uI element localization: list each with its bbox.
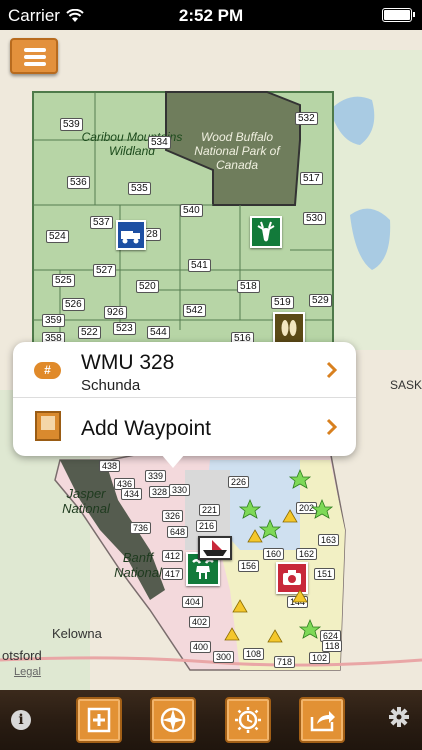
wmu-label[interactable]: 532 xyxy=(295,112,318,125)
place-label-kelowna: Kelowna xyxy=(52,626,102,641)
wmu-label[interactable]: 542 xyxy=(183,304,206,317)
share-icon xyxy=(310,711,335,732)
place-label-otsford: otsford xyxy=(2,648,42,663)
wmu-label[interactable]: 517 xyxy=(300,172,323,185)
wmu-label[interactable]: 202 xyxy=(296,502,318,514)
wmu-label[interactable]: 330 xyxy=(169,484,191,496)
wmu-label[interactable]: 525 xyxy=(52,274,75,287)
wmu-title: WMU 328 xyxy=(81,351,175,374)
wmu-label[interactable]: 162 xyxy=(296,548,318,560)
wmu-label[interactable]: 536 xyxy=(67,176,90,189)
wmu-label[interactable]: 518 xyxy=(237,280,260,293)
place-label-sask: SASK xyxy=(390,378,422,392)
wmu-detail-row[interactable]: # WMU 328 Schunda xyxy=(13,342,356,398)
wmu-label[interactable]: 226 xyxy=(228,476,250,488)
wmu-label[interactable]: 359 xyxy=(42,314,65,327)
wmu-label[interactable]: 434 xyxy=(121,488,143,500)
wmu-label[interactable]: 216 xyxy=(196,520,218,532)
wmu-label[interactable]: 438 xyxy=(99,460,121,472)
camera-marker-icon[interactable] xyxy=(276,562,308,594)
gear-icon[interactable] xyxy=(388,706,410,728)
chevron-right-icon xyxy=(326,361,338,379)
wmu-label[interactable]: 326 xyxy=(162,510,184,522)
truck-marker-icon[interactable] xyxy=(116,220,146,250)
add-waypoint-label: Add Waypoint xyxy=(81,417,211,440)
wmu-label[interactable]: 144 xyxy=(287,596,309,608)
park-label-caribou: Caribou Mountains Wildland xyxy=(81,130,183,158)
wmu-label[interactable]: 156 xyxy=(238,560,260,572)
wmu-label[interactable]: 526 xyxy=(62,298,85,311)
wmu-label[interactable]: 108 xyxy=(243,648,265,660)
wmu-label[interactable]: 118 xyxy=(322,640,343,652)
add-waypoint-row[interactable]: Add Waypoint xyxy=(13,399,356,455)
wmu-label[interactable]: 400 xyxy=(190,641,212,653)
wmu-label[interactable]: 718 xyxy=(274,656,296,668)
wmu-label[interactable]: 221 xyxy=(199,504,221,516)
wmu-label[interactable]: 539 xyxy=(60,118,83,131)
wmu-label[interactable]: 328 xyxy=(149,486,171,498)
tracks-marker-icon[interactable] xyxy=(273,312,305,344)
battery-icon xyxy=(382,8,415,22)
compass-button[interactable] xyxy=(150,697,196,743)
wmu-label[interactable]: 402 xyxy=(189,616,211,628)
wmu-label[interactable]: 541 xyxy=(188,259,211,272)
wmu-label[interactable]: 537 xyxy=(90,216,113,229)
wmu-label[interactable]: 523 xyxy=(113,322,136,335)
wmu-subtitle: Schunda xyxy=(81,377,141,394)
wmu-label[interactable]: 151 xyxy=(314,568,336,580)
wmu-label[interactable]: 524 xyxy=(46,230,69,243)
sun-clock-icon xyxy=(235,707,261,733)
map-legal-link[interactable]: Legal xyxy=(14,666,41,678)
wmu-label[interactable]: 519 xyxy=(271,296,294,309)
status-bar: Carrier 2:52 PM xyxy=(0,0,422,30)
deer-marker-icon[interactable] xyxy=(250,216,282,248)
wmu-label[interactable]: 522 xyxy=(78,326,101,339)
info-icon[interactable]: i xyxy=(11,710,31,730)
wmu-label[interactable]: 529 xyxy=(309,294,332,307)
wmu-label[interactable]: 404 xyxy=(182,596,204,608)
clock: 2:52 PM xyxy=(178,6,244,25)
compass-icon xyxy=(160,707,186,733)
park-label-banff: Banff National xyxy=(114,550,162,580)
wmu-label[interactable]: 102 xyxy=(309,652,331,664)
wmu-label[interactable]: 163 xyxy=(318,534,340,546)
share-button[interactable] xyxy=(299,697,345,743)
sun-times-button[interactable] xyxy=(225,697,271,743)
waypoint-icon xyxy=(35,411,61,441)
chevron-right-icon xyxy=(326,418,338,436)
park-label-wood-buffalo: Wood Buffalo National Park of Canada xyxy=(194,130,280,172)
wmu-label[interactable]: 300 xyxy=(213,651,235,663)
park-label-jasper: Jasper National xyxy=(62,486,110,516)
wmu-label[interactable]: 535 xyxy=(128,182,151,195)
wmu-label[interactable]: 534 xyxy=(148,136,171,149)
wmu-label[interactable]: 412 xyxy=(162,550,184,562)
wmu-label[interactable]: 520 xyxy=(136,280,159,293)
add-waypoint-button[interactable] xyxy=(76,697,122,743)
bottom-toolbar: i xyxy=(0,690,422,750)
hash-icon: # xyxy=(34,362,61,379)
wmu-label[interactable]: 736 xyxy=(130,522,152,534)
wmu-label[interactable]: 417 xyxy=(162,568,184,580)
add-waypoint-icon xyxy=(87,707,111,733)
wmu-label[interactable]: 648 xyxy=(167,526,189,538)
menu-button[interactable] xyxy=(10,38,58,74)
wmu-label[interactable]: 339 xyxy=(145,470,167,482)
wmu-label[interactable]: 540 xyxy=(180,204,203,217)
wmu-label[interactable]: 527 xyxy=(93,264,116,277)
wmu-label[interactable]: 544 xyxy=(147,326,170,339)
wmu-label[interactable]: 530 xyxy=(303,212,326,225)
boat-marker-icon[interactable] xyxy=(198,536,232,560)
wmu-label[interactable]: 160 xyxy=(263,548,285,560)
unit-popover: # WMU 328 Schunda Add Waypoint xyxy=(13,342,356,468)
wmu-label[interactable]: 926 xyxy=(104,306,127,319)
